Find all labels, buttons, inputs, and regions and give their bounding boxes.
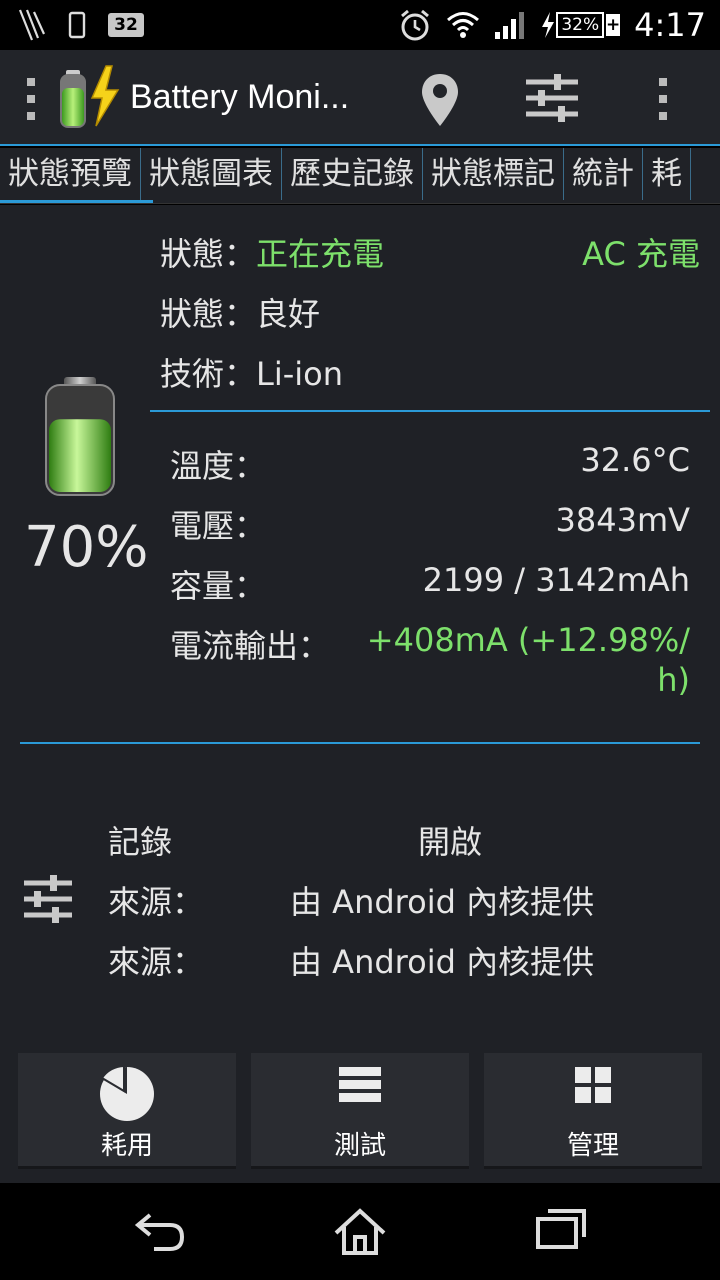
health-label: 狀態： [160,295,257,333]
tab-bar: 狀態預覽 狀態圖表 歷史記錄 狀態標記 統計 耗 [0,148,720,204]
phone-icon [68,11,86,39]
charging-icon [542,12,555,38]
location-pin-icon[interactable] [420,72,460,128]
test-button[interactable]: 測試 [251,1053,469,1169]
app-icon[interactable] [54,64,124,134]
list-icon [337,1065,383,1109]
manage-label: 管理 [566,1131,619,1161]
navigation-bar [0,1183,720,1280]
capacity-value: 2199 / 3142mAh [422,561,690,599]
health-row: 狀態：良好 [160,289,320,335]
capacity-label: 容量： [170,567,267,605]
tune-icon[interactable] [22,873,74,925]
home-icon[interactable] [332,1207,388,1261]
recent-apps-icon[interactable] [536,1207,586,1255]
tab-chart[interactable]: 狀態圖表 [141,148,282,200]
grid-icon [573,1065,613,1109]
battery-plus: + [606,14,621,36]
temperature-value: 32.6°C [580,441,690,479]
drag-handle-icon[interactable] [24,78,38,120]
pie-chart-icon [98,1064,156,1127]
battery-percent: 32% [556,12,605,38]
info-divider [150,410,710,412]
test-label: 測試 [333,1131,386,1161]
current-label: 電流輸出： [170,627,331,665]
tab-history[interactable]: 歷史記錄 [282,148,423,200]
record-value[interactable]: 開啟 [418,817,482,863]
voltage-value: 3843mV [555,501,691,539]
claw-icon [18,8,46,42]
bottom-button-bar: 耗用 測試 管理 [0,1053,720,1173]
battery-level-icon [42,375,118,499]
source1-label: 來源： [108,883,205,921]
action-bar: Battery Moni... [0,50,720,146]
status-bar: 32 32% + 4:17 [0,0,720,50]
back-icon[interactable] [134,1207,186,1259]
manage-button[interactable]: 管理 [484,1053,702,1169]
tune-icon[interactable] [524,72,580,124]
current-value-line1: +408mA (+12.98%/ [366,621,690,659]
tab-overview[interactable]: 狀態預覽 [0,148,141,200]
status-label: 狀態： [160,235,257,273]
source1-value: 由 Android 內核提供 [290,883,595,921]
usage-button[interactable]: 耗用 [18,1053,236,1169]
tab-markers[interactable]: 狀態標記 [423,148,564,200]
status-value: 正在充電 [256,235,385,273]
record-label: 記錄 [108,823,173,861]
alarm-icon [398,8,432,42]
main-content: 70% 狀態：正在充電 AC 充電 狀態：良好 技術：Li-ion 溫度： 32… [0,205,720,1183]
clock: 4:17 [634,6,706,44]
technology-row: 技術：Li-ion [160,349,343,395]
charge-type: AC 充電 [582,235,700,273]
usage-label: 耗用 [100,1131,153,1161]
health-value: 良好 [256,295,321,333]
metrics-divider [20,742,700,744]
current-value-line2: h) [657,661,690,699]
signal-icon [494,10,526,40]
battery-percent-text: 70% [24,515,149,580]
tech-label: 技術： [160,355,257,393]
tab-indicator [0,200,153,203]
tab-stats[interactable]: 統計 [564,148,643,200]
status-row: 狀態：正在充電 [160,229,384,275]
voltage-label: 電壓： [170,507,267,545]
source2-value: 由 Android 內核提供 [290,943,595,981]
tab-usage[interactable]: 耗 [643,148,691,200]
wifi-icon [446,10,480,40]
battery-icon: 32% + [540,11,620,39]
app-title: Battery Moni... [130,78,350,116]
source2-label: 來源： [108,943,205,981]
temperature-label: 溫度： [170,447,267,485]
tech-value: Li-ion [256,355,344,393]
overflow-menu-icon[interactable] [656,78,670,120]
badge-icon: 32 [108,13,144,37]
